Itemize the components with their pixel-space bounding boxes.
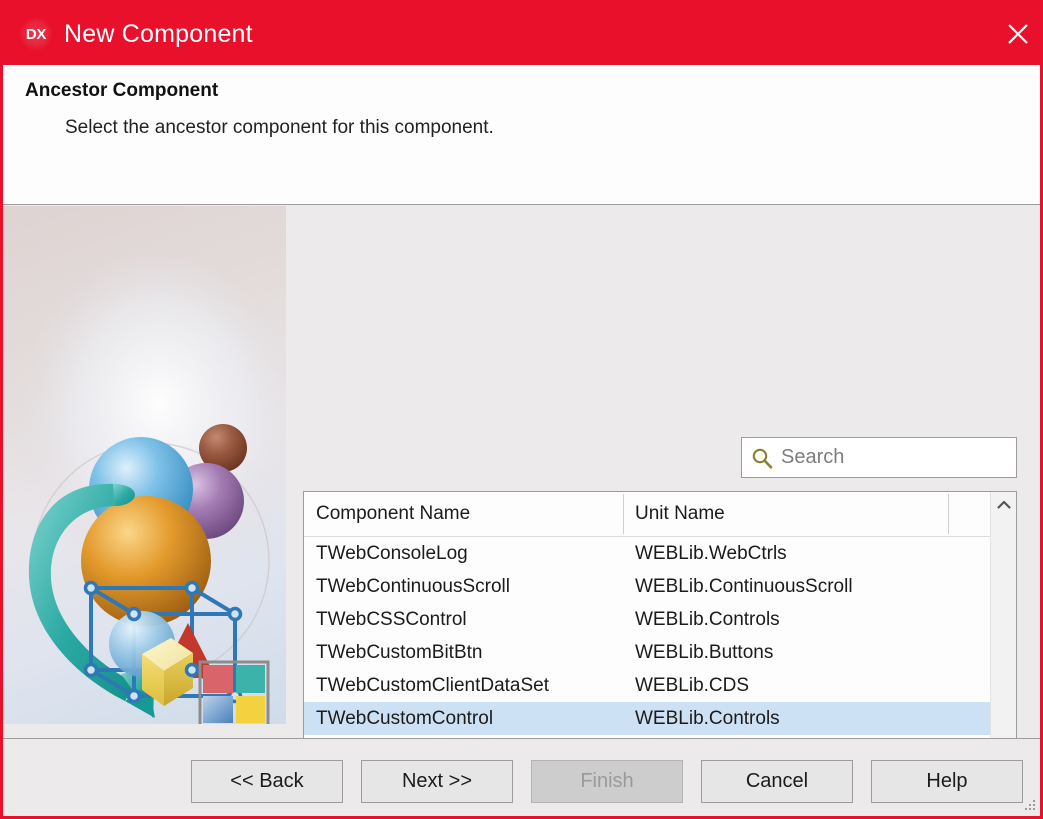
search-icon — [751, 447, 773, 469]
finish-button: Finish — [531, 760, 683, 803]
cell-component-name: TWebCustomControl — [316, 707, 494, 729]
search-input[interactable]: Search — [741, 437, 1017, 478]
footer-bar: << Back Next >> Finish Cancel Help — [3, 738, 1040, 816]
help-button[interactable]: Help — [871, 760, 1023, 803]
wizard-illustration — [3, 206, 286, 724]
next-button[interactable]: Next >> — [361, 760, 513, 803]
cell-component-name: TWebCustomBitBtn — [316, 641, 483, 663]
cell-unit-name: WEBLib.Buttons — [635, 641, 774, 663]
page-title: Ancestor Component — [25, 80, 219, 101]
list-header: Component Name Unit Name — [304, 492, 1016, 537]
page-subtitle: Select the ancestor component for this c… — [65, 117, 494, 138]
column-header-component-name[interactable]: Component Name — [316, 503, 470, 525]
cell-component-name: TWebCustomClientDataSet — [316, 674, 550, 696]
title-bar: DX New Component — [3, 3, 1040, 65]
column-header-unit-name[interactable]: Unit Name — [635, 503, 725, 525]
table-row-selected[interactable]: TWebCustomControl WEBLib.Controls — [304, 702, 1016, 735]
cell-component-name: TWebContinuousScroll — [316, 575, 510, 597]
dx-logo-text: DX — [25, 25, 47, 43]
window-title: New Component — [64, 19, 253, 48]
cell-unit-name: WEBLib.ContinuousScroll — [635, 575, 853, 597]
table-row[interactable]: TWebContinuousScroll WEBLib.ContinuousSc… — [304, 570, 1016, 603]
new-component-dialog: DX New Component Ancestor Component Sele… — [0, 0, 1043, 819]
table-row[interactable]: TWebCustomBitBtn WEBLib.Buttons — [304, 636, 1016, 669]
cell-unit-name: WEBLib.WebCtrls — [635, 542, 787, 564]
cell-component-name: TWebConsoleLog — [316, 542, 468, 564]
cell-unit-name: WEBLib.CDS — [635, 674, 750, 696]
body-pane: Search Component Name Unit Name TWebCons… — [3, 206, 1040, 816]
search-placeholder: Search — [781, 446, 845, 468]
table-row[interactable]: TWebConsoleLog WEBLib.WebCtrls — [304, 537, 1016, 570]
dx-logo-icon: DX — [19, 17, 53, 51]
back-button[interactable]: << Back — [191, 760, 343, 803]
column-divider[interactable] — [623, 494, 624, 534]
column-divider[interactable] — [948, 494, 949, 534]
cell-unit-name: WEBLib.Controls — [635, 707, 780, 729]
cell-component-name: TWebCSSControl — [316, 608, 467, 630]
cell-unit-name: WEBLib.Controls — [635, 608, 780, 630]
table-row[interactable]: TWebCustomClientDataSet WEBLib.CDS — [304, 669, 1016, 702]
table-row[interactable]: TWebCSSControl WEBLib.Controls — [304, 603, 1016, 636]
chevron-up-icon[interactable] — [991, 492, 1016, 517]
close-icon[interactable] — [990, 3, 1040, 65]
resize-grip[interactable] — [1024, 800, 1036, 812]
header-pane: Ancestor Component Select the ancestor c… — [3, 65, 1040, 205]
cancel-button[interactable]: Cancel — [701, 760, 853, 803]
